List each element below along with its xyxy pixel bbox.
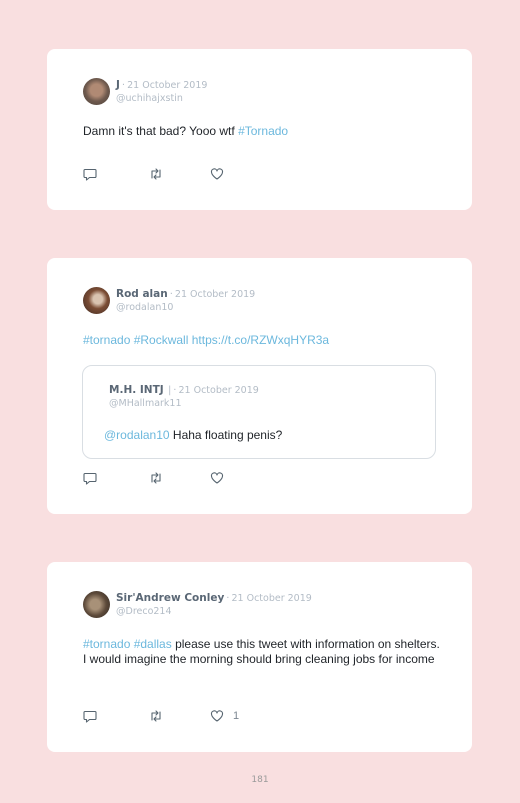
author-name[interactable]: Sir'Andrew Conley — [116, 592, 224, 604]
quoted-tweet[interactable]: M.H. INTJ | · 21 October 2019 @MHallmark11… — [82, 365, 436, 459]
author-name[interactable]: Rod alan — [116, 288, 168, 300]
author-name[interactable]: J — [116, 79, 120, 91]
heart-icon[interactable] — [210, 471, 224, 485]
tweet-date[interactable]: 21 October 2019 — [127, 80, 207, 91]
tweet-header: Rod alan · 21 October 2019 @rodalan10 — [83, 286, 255, 314]
retweet-icon[interactable] — [149, 471, 163, 485]
tweet-text: #tornado #Rockwall https://t.co/RZWxqHYR… — [83, 333, 443, 348]
quoted-author-handle[interactable]: @MHallmark11 — [109, 397, 259, 410]
author-handle[interactable]: @rodalan10 — [116, 301, 255, 314]
tweet-card: Sir'Andrew Conley · 21 October 2019 @Dreco… — [47, 562, 472, 752]
quoted-text-body: Haha floating penis? — [169, 428, 283, 442]
avatar[interactable] — [83, 591, 110, 618]
separator-dot: · — [226, 593, 230, 604]
retweet-icon[interactable] — [149, 709, 163, 723]
reply-icon[interactable] — [83, 709, 97, 723]
page-number: 181 — [251, 775, 269, 785]
quoted-name-separator: | — [168, 385, 172, 396]
tweet-text: #tornado #dallas please use this tweet w… — [83, 637, 445, 667]
tweet-card: J · 21 October 2019 @uchihajxstin Damn it'… — [47, 49, 472, 210]
author-handle[interactable]: @Dreco214 — [116, 605, 312, 618]
reply-icon[interactable] — [83, 167, 97, 181]
retweet-icon[interactable] — [149, 167, 163, 181]
tweet-actions: 1 — [83, 709, 239, 723]
hashtag-link[interactable]: #Tornado — [238, 124, 288, 138]
heart-icon[interactable] — [210, 167, 224, 181]
quoted-tweet-text: @rodalan10 Haha floating penis? — [104, 428, 282, 442]
tweet-actions — [83, 167, 224, 181]
author-handle[interactable]: @uchihajxstin — [116, 92, 207, 105]
reply-icon[interactable] — [83, 471, 97, 485]
quoted-tweet-date[interactable]: 21 October 2019 — [178, 385, 258, 396]
tweet-card: Rod alan · 21 October 2019 @rodalan10 #tor… — [47, 258, 472, 514]
tweet-header: J · 21 October 2019 @uchihajxstin — [83, 77, 207, 105]
separator-dot: · — [169, 289, 173, 300]
hashtag-link[interactable]: #tornado #Rockwall https://t.co/RZWxqHYR… — [83, 333, 329, 347]
tweet-date[interactable]: 21 October 2019 — [231, 593, 311, 604]
tweet-text: Damn it's that bad? Yooo wtf #Tornado — [83, 124, 443, 139]
tweet-text-body: Damn it's that bad? Yooo wtf — [83, 124, 239, 138]
tweet-header: Sir'Andrew Conley · 21 October 2019 @Dreco… — [83, 590, 312, 618]
quoted-tweet-header: M.H. INTJ | · 21 October 2019 @MHallmark11 — [109, 382, 259, 410]
hashtag-link[interactable]: #tornado #dallas — [83, 637, 172, 651]
tweet-actions — [83, 471, 224, 485]
avatar[interactable] — [83, 78, 110, 105]
heart-icon[interactable] — [210, 709, 224, 723]
quoted-author-name[interactable]: M.H. INTJ — [109, 384, 164, 396]
mention-link[interactable]: @rodalan10 — [104, 428, 170, 442]
separator-dot: · — [121, 80, 126, 91]
separator-dot: · — [173, 385, 177, 396]
like-count: 1 — [233, 710, 240, 722]
tweet-date[interactable]: 21 October 2019 — [175, 289, 255, 300]
avatar[interactable] — [83, 287, 110, 314]
